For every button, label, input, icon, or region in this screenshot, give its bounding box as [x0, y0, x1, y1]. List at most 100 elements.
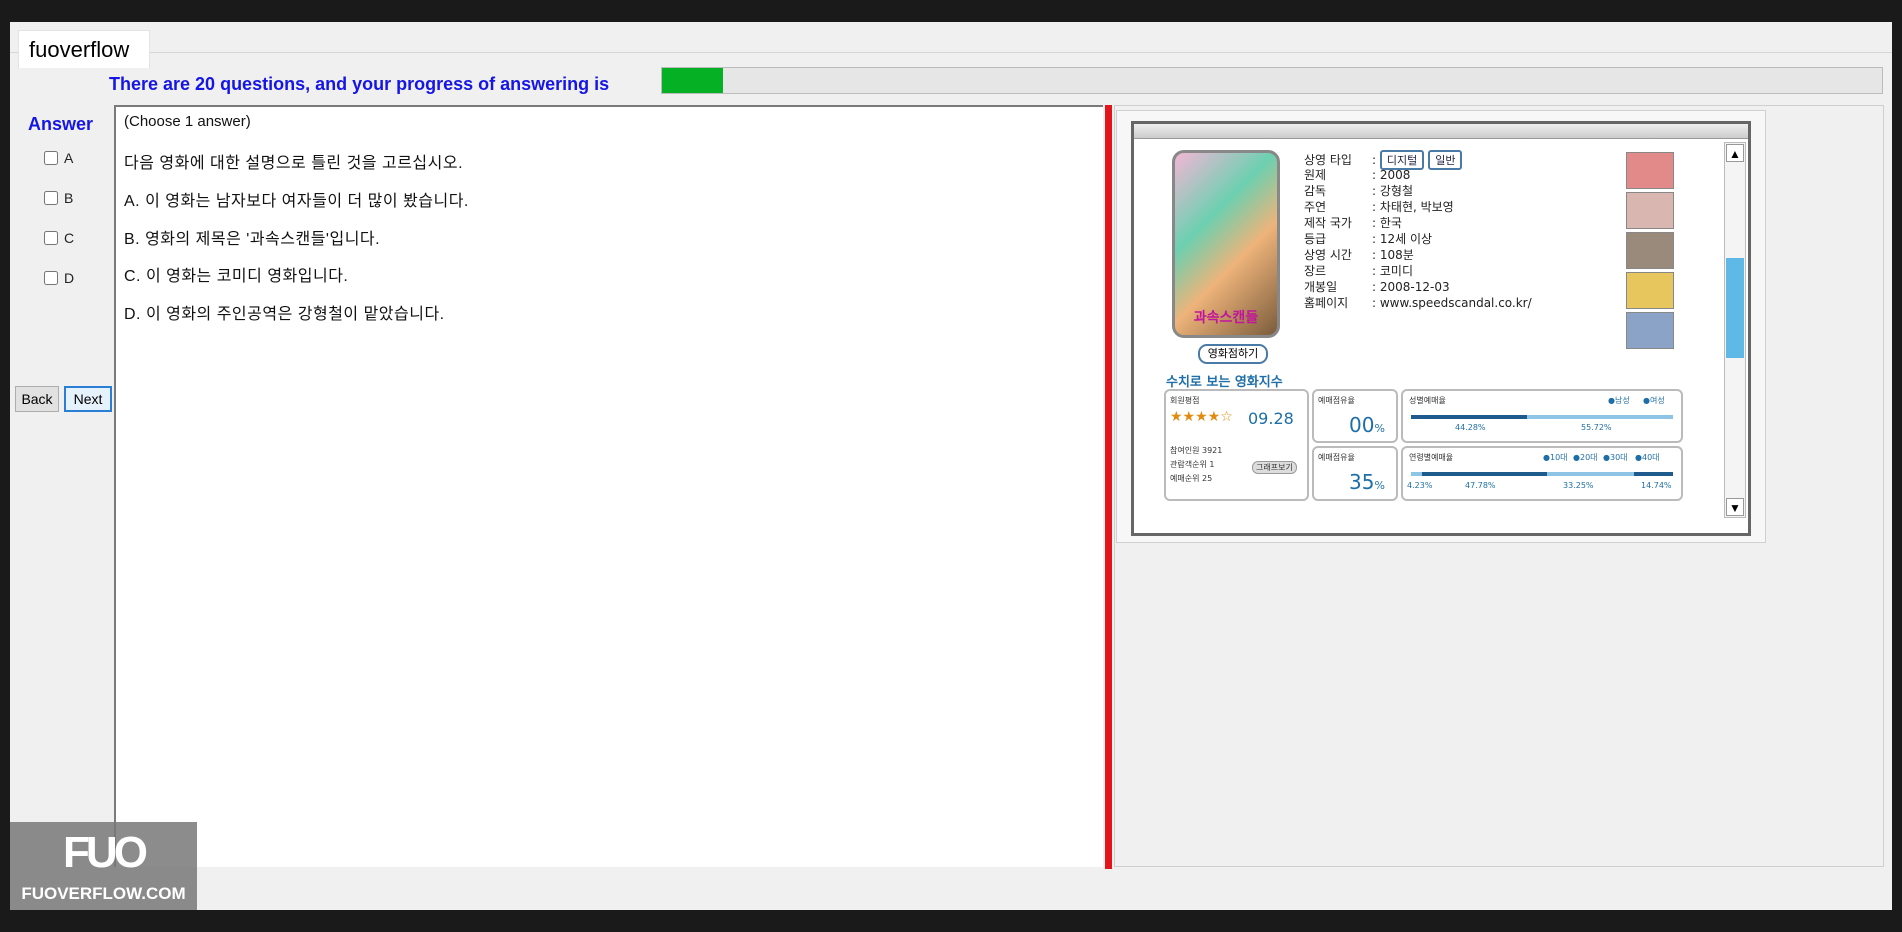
- still-thumbnail: [1626, 312, 1674, 349]
- movie-info-key: 감독: [1304, 184, 1327, 198]
- movie-info-key: 상영 시간: [1304, 248, 1352, 262]
- movie-info-key: 제작 국가: [1304, 216, 1352, 230]
- colon: :: [1372, 153, 1380, 167]
- choice-c: C. 이 영화는 코미디 영화입니다.: [124, 268, 349, 285]
- gender-bar-male: [1411, 415, 1527, 419]
- still-thumbnail: [1626, 272, 1674, 309]
- movie-info-screenshot: 과속스캔들 영화점하기 상영 타입: 디지털 일반 원제: 2008 감독: 강형철 주…: [1131, 121, 1751, 536]
- movie-info-value: : 한국: [1372, 216, 1402, 230]
- movie-info-row: 원제 : 2008: [1304, 166, 1410, 183]
- scroll-down-arrow-icon[interactable]: ▼: [1726, 498, 1744, 516]
- option-d-checkbox[interactable]: [44, 271, 58, 285]
- stat-booking-rank: 예매순위 25: [1170, 474, 1213, 483]
- movie-info-key: 주연: [1304, 200, 1327, 214]
- stat-audience-rank: 관람객순위 1: [1170, 460, 1215, 469]
- still-thumbnail: [1626, 232, 1674, 269]
- movie-info-row: 상영 시간 : 108분: [1304, 246, 1414, 263]
- option-a-label: A: [64, 150, 74, 166]
- option-d[interactable]: D: [44, 270, 74, 286]
- age-value-20s: 47.78%: [1465, 481, 1496, 490]
- movie-info-row: 제작 국가 : 한국: [1304, 214, 1402, 231]
- movie-info-row: 주연 : 차태현, 박보영: [1304, 198, 1454, 215]
- progress-label: There are 20 questions, and your progres…: [109, 74, 610, 94]
- movie-info-value: : 108분: [1372, 248, 1414, 262]
- app-window: fuoverflow There are 20 questions, and y…: [10, 22, 1892, 910]
- movie-info-value: : 2008: [1372, 168, 1411, 182]
- question-prompt: 다음 영화에 대한 설명으로 틀린 것을 고르십시오.: [124, 155, 464, 172]
- question-instruction: (Choose 1 answer): [124, 113, 251, 130]
- still-thumbnail: [1626, 192, 1674, 229]
- age-bar-segment: [1634, 472, 1673, 476]
- movie-info-row: 장르: 코미디: [1304, 262, 1413, 279]
- question-image: 과속스캔들 영화점하기 상영 타입: 디지털 일반 원제: 2008 감독: 강형철 주…: [1116, 110, 1766, 543]
- rating-label: 회원평점: [1170, 396, 1200, 405]
- age-legend-40s: ●40대: [1635, 453, 1660, 462]
- booking-share-number-1: 00: [1349, 413, 1375, 437]
- poster-button: 영화점하기: [1198, 344, 1268, 364]
- tab-row: fuoverflow: [10, 22, 1892, 68]
- movie-info-row: 홈페이지 : www.speedscandal.co.kr/: [1304, 294, 1532, 311]
- scroll-thumb[interactable]: [1726, 258, 1744, 358]
- movie-info-row: 감독 : 강형철: [1304, 182, 1413, 199]
- age-bar-segment: [1411, 472, 1422, 476]
- gender-booking-card: 성별예매율 ●남성 ●여성 44.28% 55.72%: [1401, 389, 1683, 443]
- choice-d: D. 이 영화의 주인공역은 강형철이 맡았습니다.: [124, 306, 445, 323]
- age-bar-segment: [1422, 472, 1547, 476]
- movie-info-value: : 차태현, 박보영: [1372, 200, 1454, 214]
- choice-b: B. 영화의 제목은 '과속스캔들'입니다.: [124, 231, 381, 248]
- scroll-up-arrow-icon[interactable]: ▲: [1726, 144, 1744, 162]
- movie-info-key: 등급: [1304, 232, 1327, 246]
- movie-info-key: 장르: [1304, 264, 1327, 278]
- option-b-label: B: [64, 190, 74, 206]
- booking-share-value-2: 35%: [1349, 470, 1385, 494]
- booking-share-label-1: 예매점유율: [1318, 396, 1355, 405]
- option-d-label: D: [64, 270, 75, 286]
- movie-info-key: 원제: [1304, 168, 1327, 182]
- answer-title: Answer: [28, 114, 94, 134]
- gender-value-female: 55.72%: [1581, 423, 1612, 432]
- watermark-logo: FUO: [63, 828, 148, 877]
- movie-info-key: 홈페이지: [1304, 296, 1349, 310]
- age-legend-10s: ●10대: [1543, 453, 1568, 462]
- back-button[interactable]: Back: [15, 386, 59, 412]
- rating-score: 09.28: [1248, 409, 1294, 428]
- age-value-40s: 14.74%: [1641, 481, 1672, 490]
- graph-button: 그래프보기: [1252, 461, 1297, 474]
- rating-card: 회원평점 ★★★★☆ 09.28 참여인원 3921 관람객순위 1 예매순위 …: [1164, 389, 1309, 501]
- gender-legend-female: ●여성: [1643, 396, 1665, 405]
- option-b[interactable]: B: [44, 190, 73, 206]
- option-b-checkbox[interactable]: [44, 191, 58, 205]
- next-button[interactable]: Next: [64, 386, 112, 412]
- movie-info-key: 개봉일: [1304, 280, 1338, 294]
- gender-value-male: 44.28%: [1455, 423, 1486, 432]
- gender-label: 성별예매율: [1409, 396, 1446, 405]
- option-a[interactable]: A: [44, 150, 73, 166]
- image-scrollbar[interactable]: ▲ ▼: [1724, 142, 1746, 518]
- choice-a: A. 이 영화는 남자보다 여자들이 더 많이 봤습니다.: [124, 193, 469, 210]
- age-label: 연령별예매율: [1409, 453, 1454, 462]
- movie-poster: 과속스캔들: [1172, 150, 1280, 338]
- movie-info-row: 등급 : 12세 이상: [1304, 230, 1432, 247]
- movie-info-row: 개봉일: 2008-12-03: [1304, 278, 1450, 295]
- fuoverflow-watermark: FUO FUOVERFLOW.COM: [10, 822, 197, 910]
- option-c-label: C: [64, 230, 75, 246]
- still-thumbnail: [1626, 152, 1674, 189]
- age-value-10s: 4.23%: [1407, 481, 1433, 490]
- movie-info-value: : www.speedscandal.co.kr/: [1372, 296, 1532, 310]
- tab-fuoverflow[interactable]: fuoverflow: [18, 30, 150, 68]
- age-value-30s: 33.25%: [1563, 481, 1594, 490]
- option-c[interactable]: C: [44, 230, 74, 246]
- option-a-checkbox[interactable]: [44, 151, 58, 165]
- age-booking-card: 연령별예매율 ●10대 ●20대 ●30대 ●40대 4.23% 47.78% …: [1401, 446, 1683, 501]
- booking-share-number-2: 35: [1349, 470, 1375, 494]
- percent-sign: %: [1374, 479, 1385, 492]
- option-c-checkbox[interactable]: [44, 231, 58, 245]
- movie-info-value: : 강형철: [1372, 184, 1413, 198]
- booking-share-card-2: 예매점유율 35%: [1312, 446, 1398, 501]
- screening-type-tag: 일반: [1428, 150, 1463, 170]
- percent-sign: %: [1374, 422, 1385, 435]
- watermark-text: FUOVERFLOW.COM: [21, 884, 186, 903]
- panel-divider[interactable]: [1105, 105, 1112, 869]
- poster-title: 과속스캔들: [1193, 310, 1259, 326]
- movie-info-value: : 12세 이상: [1372, 232, 1433, 246]
